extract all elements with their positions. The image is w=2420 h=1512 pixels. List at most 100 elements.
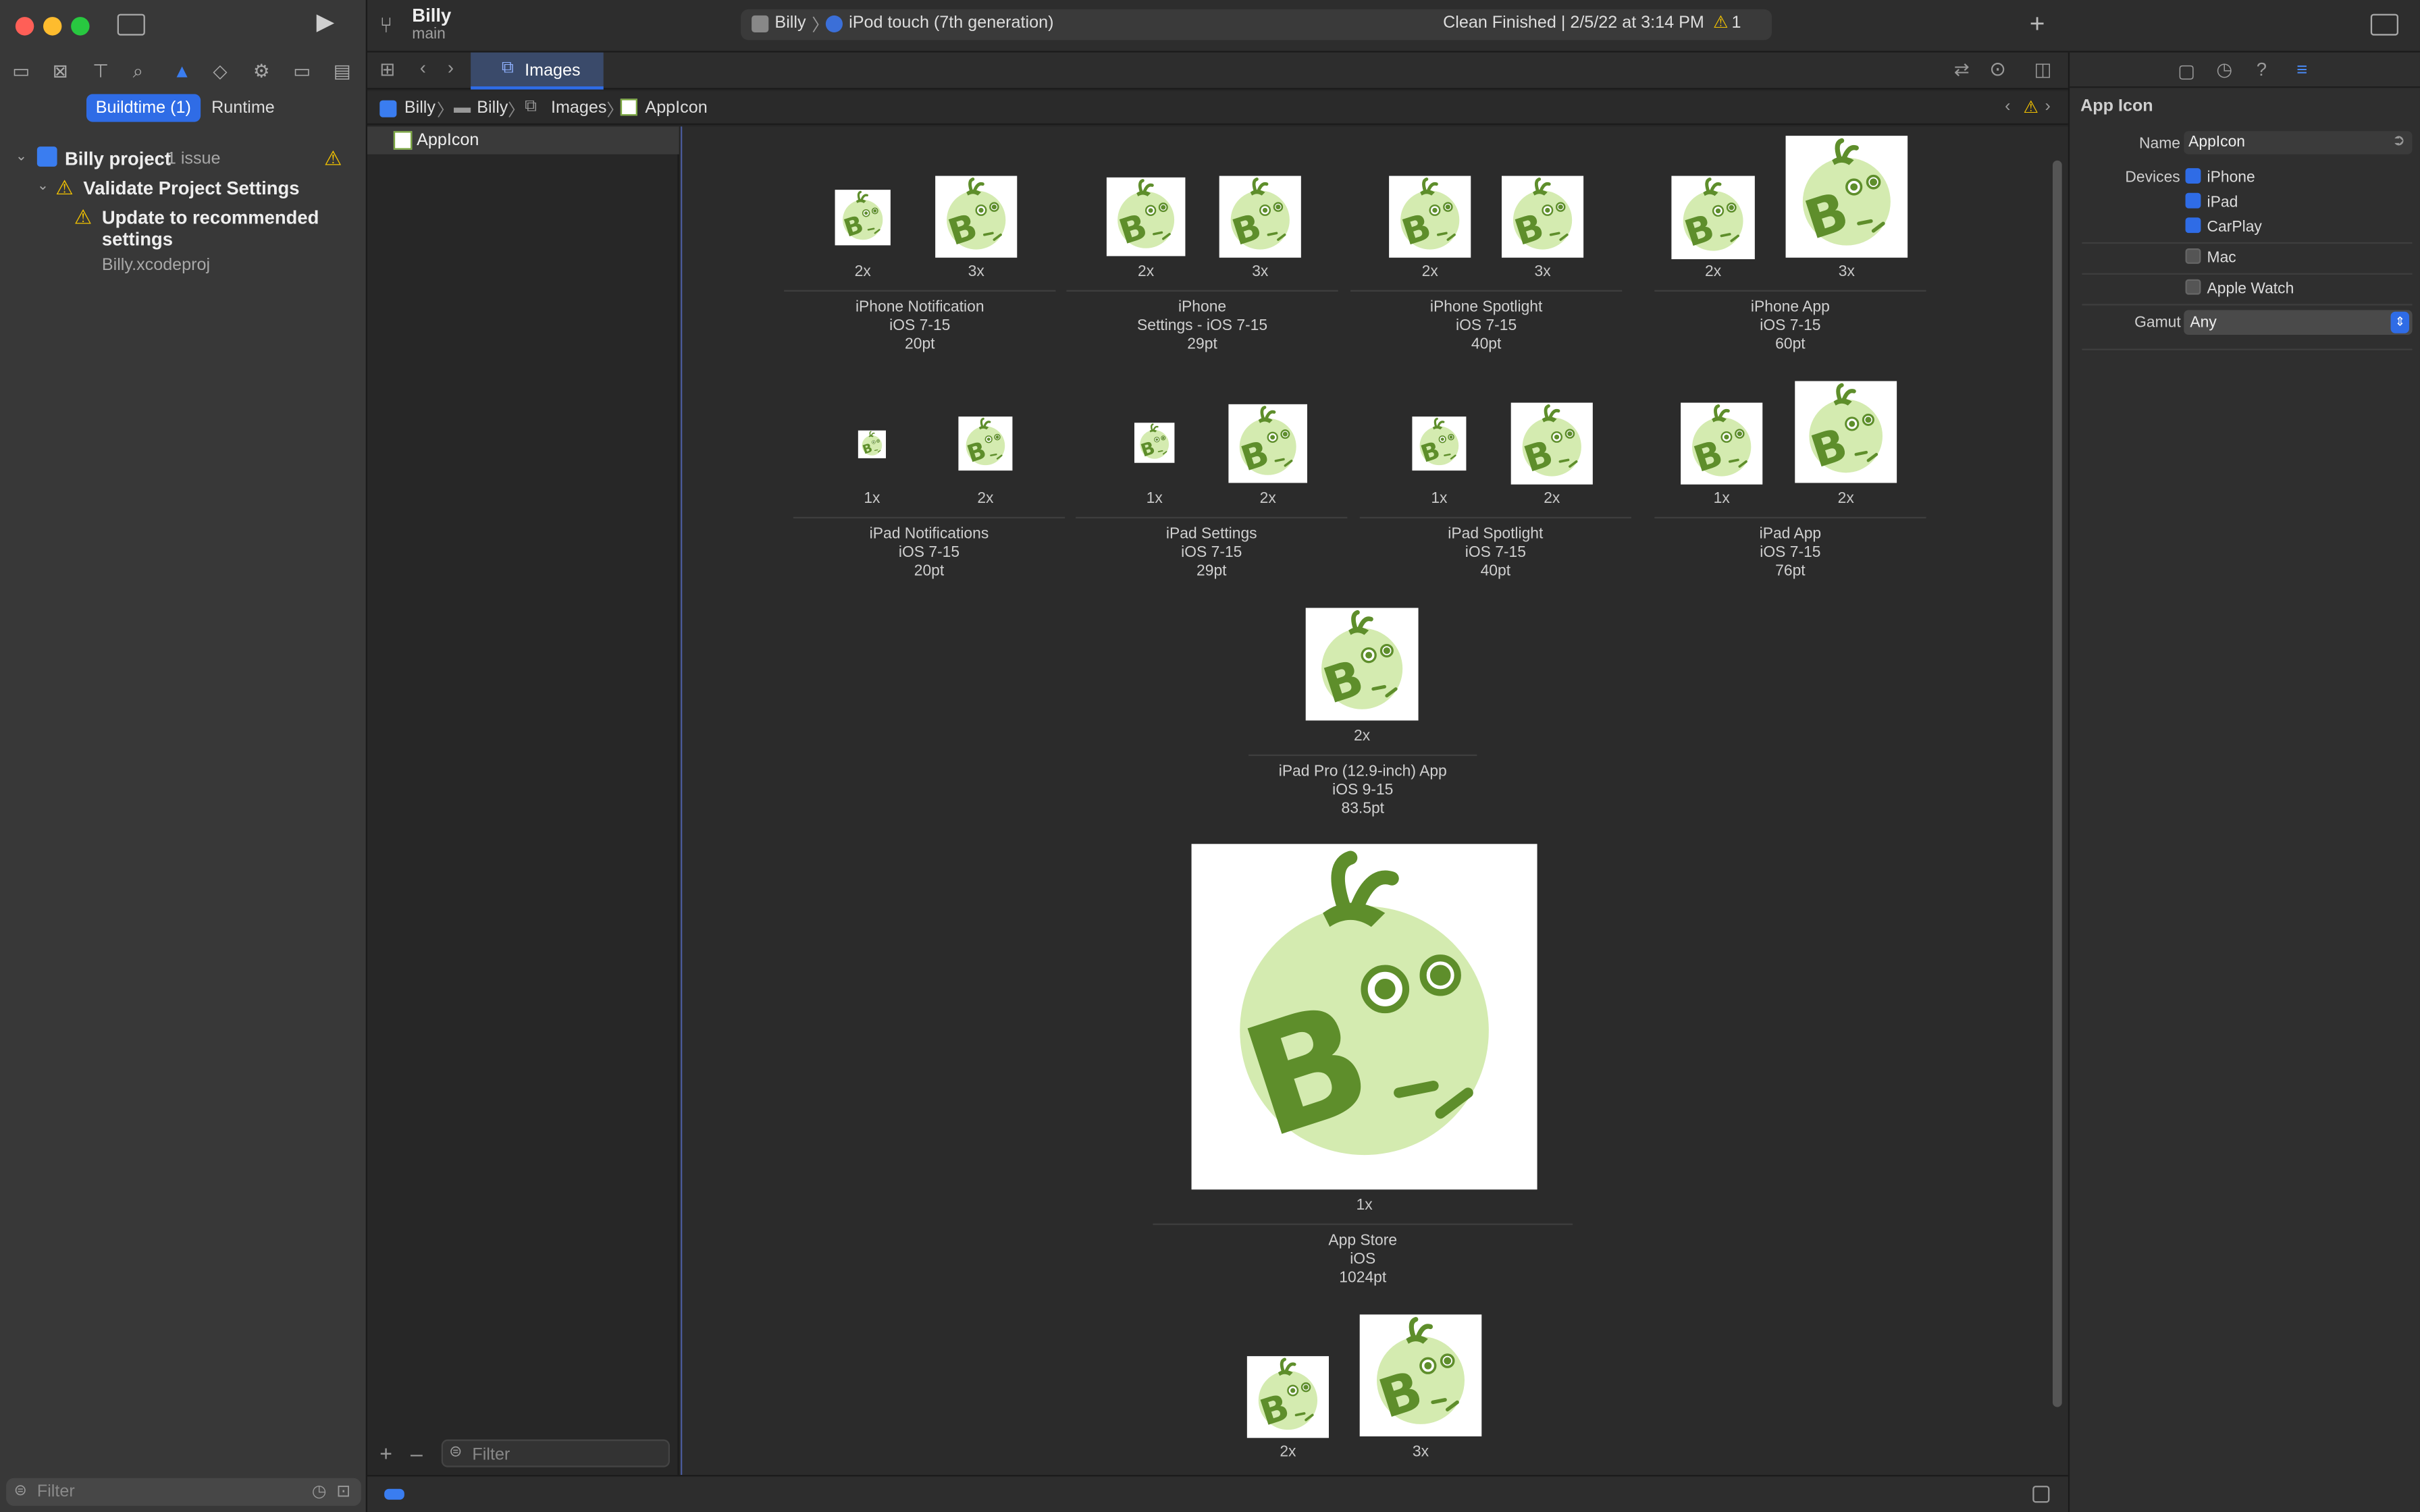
icon-slot[interactable] bbox=[835, 190, 891, 246]
breadcrumb-item[interactable]: Billy bbox=[477, 99, 508, 117]
test-icon[interactable]: ◇ bbox=[213, 60, 227, 82]
icon-slot[interactable] bbox=[1795, 381, 1897, 483]
asset-filter-field[interactable]: ⊜ Filter bbox=[441, 1439, 670, 1467]
recent-filter-icon[interactable]: ◷ bbox=[312, 1481, 327, 1501]
device-checkbox-ipad[interactable]: iPad bbox=[2185, 192, 2238, 211]
icon-group-label: iPad Spotlight iOS 7-15 40pt bbox=[1325, 526, 1665, 581]
icon-slot[interactable] bbox=[1246, 1356, 1329, 1438]
scale-label: 3x bbox=[1838, 263, 1855, 281]
warning-icon[interactable]: ⚠ bbox=[2024, 97, 2039, 117]
run-button[interactable]: ▶ bbox=[317, 11, 334, 34]
icon-slot[interactable] bbox=[1106, 177, 1186, 256]
source-control-icon[interactable]: ⊠ bbox=[53, 60, 68, 82]
divider bbox=[2082, 348, 2413, 350]
breadcrumb-item[interactable]: Images bbox=[551, 99, 606, 117]
forward-icon[interactable]: › bbox=[448, 57, 454, 79]
project-title: Billy bbox=[412, 4, 452, 26]
sidebar-toggle-icon[interactable] bbox=[117, 14, 145, 36]
disclosure-down-icon[interactable]: ⌄ bbox=[16, 148, 27, 165]
name-field[interactable]: AppIcon ➲ bbox=[2184, 131, 2413, 155]
icon-slot[interactable] bbox=[958, 416, 1013, 471]
segment-buildtime[interactable]: Buildtime (1) bbox=[86, 94, 201, 122]
toggle-debug-area-icon[interactable] bbox=[2032, 1486, 2050, 1503]
split-editor-icon[interactable]: ◫ bbox=[2034, 59, 2052, 80]
icon-slot[interactable] bbox=[1219, 176, 1301, 258]
zoom-window-button[interactable] bbox=[71, 17, 90, 36]
add-library-button[interactable]: + bbox=[2030, 9, 2045, 40]
project-label[interactable]: Billy project bbox=[65, 148, 171, 169]
device-name[interactable]: iPod touch (7th generation) bbox=[849, 14, 1053, 32]
gamut-label: Gamut bbox=[2134, 315, 2181, 332]
inspector-toggle-icon[interactable] bbox=[2370, 14, 2398, 36]
disclosure-down-icon[interactable]: ⌄ bbox=[37, 178, 49, 194]
breadcrumb-item[interactable]: AppIcon bbox=[645, 99, 707, 117]
icon-slot[interactable] bbox=[1510, 402, 1593, 485]
window-toolbar: ⑂ Billy main Billy 〉 iPod touch (7th gen… bbox=[367, 0, 2420, 53]
add-asset-button[interactable]: + bbox=[379, 1441, 392, 1466]
history-icon[interactable]: ◷ bbox=[2216, 59, 2232, 80]
breakpoint-icon[interactable]: ▭ bbox=[293, 60, 311, 82]
next-issue-icon[interactable]: › bbox=[2045, 97, 2051, 115]
symbol-icon[interactable]: ⊤ bbox=[93, 60, 109, 82]
icon-slot[interactable] bbox=[1191, 844, 1537, 1190]
icon-slot[interactable] bbox=[1305, 608, 1419, 721]
debug-icon[interactable]: ⚙ bbox=[253, 60, 270, 82]
icon-slot[interactable] bbox=[1134, 423, 1175, 463]
icon-slot[interactable] bbox=[1681, 402, 1763, 485]
icon-slot[interactable] bbox=[1501, 176, 1584, 258]
list-item[interactable]: AppIcon bbox=[367, 126, 679, 155]
swap-icon[interactable]: ⇄ bbox=[1954, 59, 1970, 80]
icon-slot[interactable] bbox=[1412, 416, 1467, 471]
icon-slot[interactable] bbox=[1228, 404, 1307, 483]
attributes-inspector: ▢ ◷ ? ≡ App Icon Name AppIcon ➲ Devices … bbox=[2068, 52, 2420, 1512]
icon-slot[interactable] bbox=[1785, 136, 1908, 258]
issue-navigator-icon[interactable]: ▲ bbox=[173, 60, 191, 82]
divider bbox=[2082, 304, 2413, 306]
arrow-circle-icon[interactable]: ➲ bbox=[2392, 133, 2405, 150]
back-icon[interactable]: ‹ bbox=[420, 57, 426, 79]
search-icon[interactable]: ⌕ bbox=[133, 60, 143, 82]
group-size: 40pt bbox=[1471, 336, 1502, 354]
help-icon[interactable]: ? bbox=[2257, 59, 2267, 80]
icon-slot[interactable] bbox=[935, 176, 1018, 258]
debug-area-indicator-icon[interactable] bbox=[384, 1488, 404, 1500]
folder-icon[interactable]: ▭ bbox=[12, 60, 30, 82]
issue-text[interactable]: Update to recommended settings bbox=[102, 207, 334, 250]
attributes-icon[interactable]: ≡ bbox=[2296, 59, 2307, 80]
device-checkbox-iphone[interactable]: iPhone bbox=[2185, 168, 2255, 187]
checkbox-checked-icon bbox=[2185, 168, 2201, 184]
close-window-button[interactable] bbox=[15, 17, 34, 36]
icon-slot[interactable] bbox=[858, 430, 886, 458]
navigator-filter-field[interactable]: ⊜ Filter ◷ ⊡ bbox=[6, 1478, 361, 1506]
segment-runtime[interactable]: Runtime bbox=[202, 94, 284, 122]
previous-issue-icon[interactable]: ‹ bbox=[2005, 97, 2010, 115]
scrollbar[interactable] bbox=[2052, 160, 2062, 1407]
app-icon-image bbox=[1786, 136, 1908, 258]
icon-slot[interactable] bbox=[1389, 176, 1471, 258]
file-inspector-icon[interactable]: ▢ bbox=[2178, 60, 2195, 82]
icon-group-label: iPad App iOS 7-15 76pt bbox=[1621, 526, 1960, 581]
issue-file[interactable]: Billy.xcodeproj bbox=[102, 256, 210, 274]
icon-slot[interactable] bbox=[1671, 176, 1755, 259]
device-checkbox-apple-watch[interactable]: Apple Watch bbox=[2185, 279, 2294, 298]
icon-slot[interactable] bbox=[1359, 1314, 1482, 1436]
scheme-name[interactable]: Billy bbox=[774, 14, 806, 32]
remove-asset-button[interactable]: – bbox=[411, 1441, 423, 1466]
more-icon[interactable]: ⊙ bbox=[1989, 57, 2006, 82]
group-title: iPad Spotlight bbox=[1448, 526, 1544, 543]
warning-icon[interactable]: ⚠ bbox=[1713, 12, 1729, 32]
scope-filter-icon[interactable]: ⊡ bbox=[336, 1481, 350, 1501]
breadcrumb-item[interactable]: Billy bbox=[404, 99, 436, 117]
minimize-window-button[interactable] bbox=[43, 17, 62, 36]
issue-group-label[interactable]: Validate Project Settings bbox=[83, 178, 299, 199]
report-icon[interactable]: ▤ bbox=[334, 60, 351, 82]
scale-label: 2x bbox=[1837, 490, 1854, 508]
asset-catalog-icon: ⧉ bbox=[501, 58, 514, 78]
device-checkbox-carplay[interactable]: CarPlay bbox=[2185, 217, 2262, 236]
device-checkbox-mac[interactable]: Mac bbox=[2185, 248, 2236, 267]
tab-images[interactable]: ⧉ Images bbox=[471, 52, 604, 90]
project-icon bbox=[379, 100, 397, 117]
grid-icon[interactable]: ⊞ bbox=[379, 59, 395, 80]
gamut-select[interactable]: Any ⇕ bbox=[2184, 310, 2413, 335]
checkbox-label: iPhone bbox=[2207, 169, 2255, 187]
